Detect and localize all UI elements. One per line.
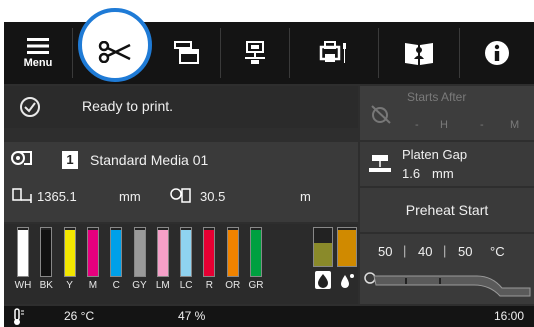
roll-length-icon: [170, 188, 191, 203]
ink-label: WH: [14, 280, 32, 291]
status-bar: 26 °C 47 % 16:00: [4, 306, 534, 327]
media-panel[interactable]: 1 Standard Media 01 1365.1 mm 30.5 m: [4, 142, 358, 222]
starts-after-minutes: -: [480, 119, 484, 131]
starts-after-hours: -: [415, 119, 419, 131]
ink-fill: [41, 230, 52, 276]
ink-label: R: [205, 280, 213, 291]
platen-gap-label: Platen Gap: [402, 147, 468, 162]
menu-label: Menu: [23, 57, 53, 69]
network-icon: [245, 41, 265, 64]
network-button[interactable]: [221, 22, 289, 84]
status-row: Ready to print.: [4, 86, 358, 128]
media-roll-icon: [11, 151, 32, 165]
ink-label: GR: [248, 280, 264, 291]
status-message: Ready to print.: [82, 98, 174, 114]
printer-wrench-icon: [319, 41, 346, 63]
heater-temp-3: 50: [458, 244, 473, 259]
roll-length-unit: m: [300, 189, 311, 204]
timer-disabled-icon: [371, 105, 391, 124]
layout-button[interactable]: [154, 22, 220, 84]
thermometer-icon: [14, 308, 24, 325]
platen-gap-value: 1.6: [402, 166, 421, 181]
ink-level-m: [86, 227, 99, 277]
platen-gap-icon: [369, 155, 391, 172]
ink-level-gr: [250, 227, 262, 277]
scissors-icon: [98, 41, 131, 63]
temp-separator: |: [403, 243, 407, 258]
maintenance-fill: [314, 243, 332, 266]
ink-label: OR: [225, 280, 241, 291]
waste-ink-box-icon: [315, 271, 331, 289]
remaining-media-icon: [12, 188, 32, 203]
temp-separator: |: [443, 243, 447, 258]
starts-after-h-unit: H: [440, 119, 448, 131]
ink-fill: [111, 230, 122, 276]
ink-level-y: [63, 227, 76, 277]
layout-icon: [174, 41, 199, 64]
ink-fill: [157, 230, 168, 276]
ink-label: M: [88, 280, 98, 291]
printer-maintenance-button[interactable]: [290, 22, 378, 84]
ink-label: LM: [155, 280, 170, 291]
heater-panel[interactable]: 50 | 40 | 50 °C: [360, 234, 534, 304]
guide-button[interactable]: [379, 22, 459, 84]
ink-level-c: [110, 227, 123, 277]
remaining-length-unit: mm: [119, 189, 141, 204]
ink-level-gy: [133, 227, 146, 277]
media-name: Standard Media 01: [90, 152, 209, 168]
heater-temp-1: 50: [378, 244, 393, 259]
ink-label: BK: [39, 280, 53, 291]
roll-length-value: 30.5: [200, 189, 226, 204]
remaining-length-value: 1365.1: [37, 189, 77, 204]
ink-label: GY: [132, 280, 147, 291]
ambient-temperature: 26 °C: [64, 309, 95, 323]
toolbar-divider: [72, 28, 73, 78]
media-number-badge: 1: [62, 151, 78, 169]
menu-icon: [27, 38, 49, 54]
ink-level-lc: [180, 227, 193, 277]
platen-gap-unit: mm: [432, 166, 454, 181]
preheat-start-button[interactable]: Preheat Start: [360, 188, 534, 232]
starts-after-m-unit: M: [510, 119, 520, 131]
ink-fill: [227, 230, 238, 276]
heater-temp-2: 40: [418, 244, 433, 259]
ink-level-wh: [17, 227, 29, 277]
menu-button[interactable]: Menu: [4, 22, 72, 84]
check-circle-icon: [20, 97, 40, 117]
info-icon: [485, 41, 509, 65]
ink-label: C: [112, 280, 120, 291]
ink-level-or: [226, 227, 239, 277]
heater-temp-unit: °C: [490, 244, 505, 259]
ink-fill: [18, 230, 28, 276]
maintenance-fill: [338, 229, 356, 266]
heater-path-icon: [364, 272, 531, 297]
starts-after-panel[interactable]: Starts After - H - M: [360, 86, 534, 140]
ink-fill: [134, 230, 145, 276]
ink-level-lm: [156, 227, 169, 277]
ink-fill: [251, 230, 261, 276]
ink-level-bk: [40, 227, 53, 277]
preheat-start-label: Preheat Start: [405, 202, 489, 218]
waste-ink-level: [313, 227, 333, 267]
ink-fill: [87, 230, 98, 276]
platen-gap-panel[interactable]: Platen Gap 1.6 mm: [360, 142, 534, 186]
cleaning-liquid-level: [337, 227, 357, 267]
cut-button[interactable]: [82, 26, 148, 78]
ink-fill: [64, 230, 75, 276]
clock: 16:00: [494, 309, 525, 323]
ink-label: LC: [179, 280, 193, 291]
starts-after-label: Starts After: [407, 90, 467, 104]
ink-fill: [204, 230, 215, 276]
ambient-humidity: 47 %: [178, 309, 206, 323]
cleaning-liquid-icon: [339, 271, 355, 289]
book-person-icon: [405, 43, 433, 65]
ink-fill: [181, 230, 192, 276]
ink-level-r: [203, 227, 216, 277]
info-button[interactable]: [460, 22, 534, 84]
ink-label: Y: [66, 280, 73, 291]
